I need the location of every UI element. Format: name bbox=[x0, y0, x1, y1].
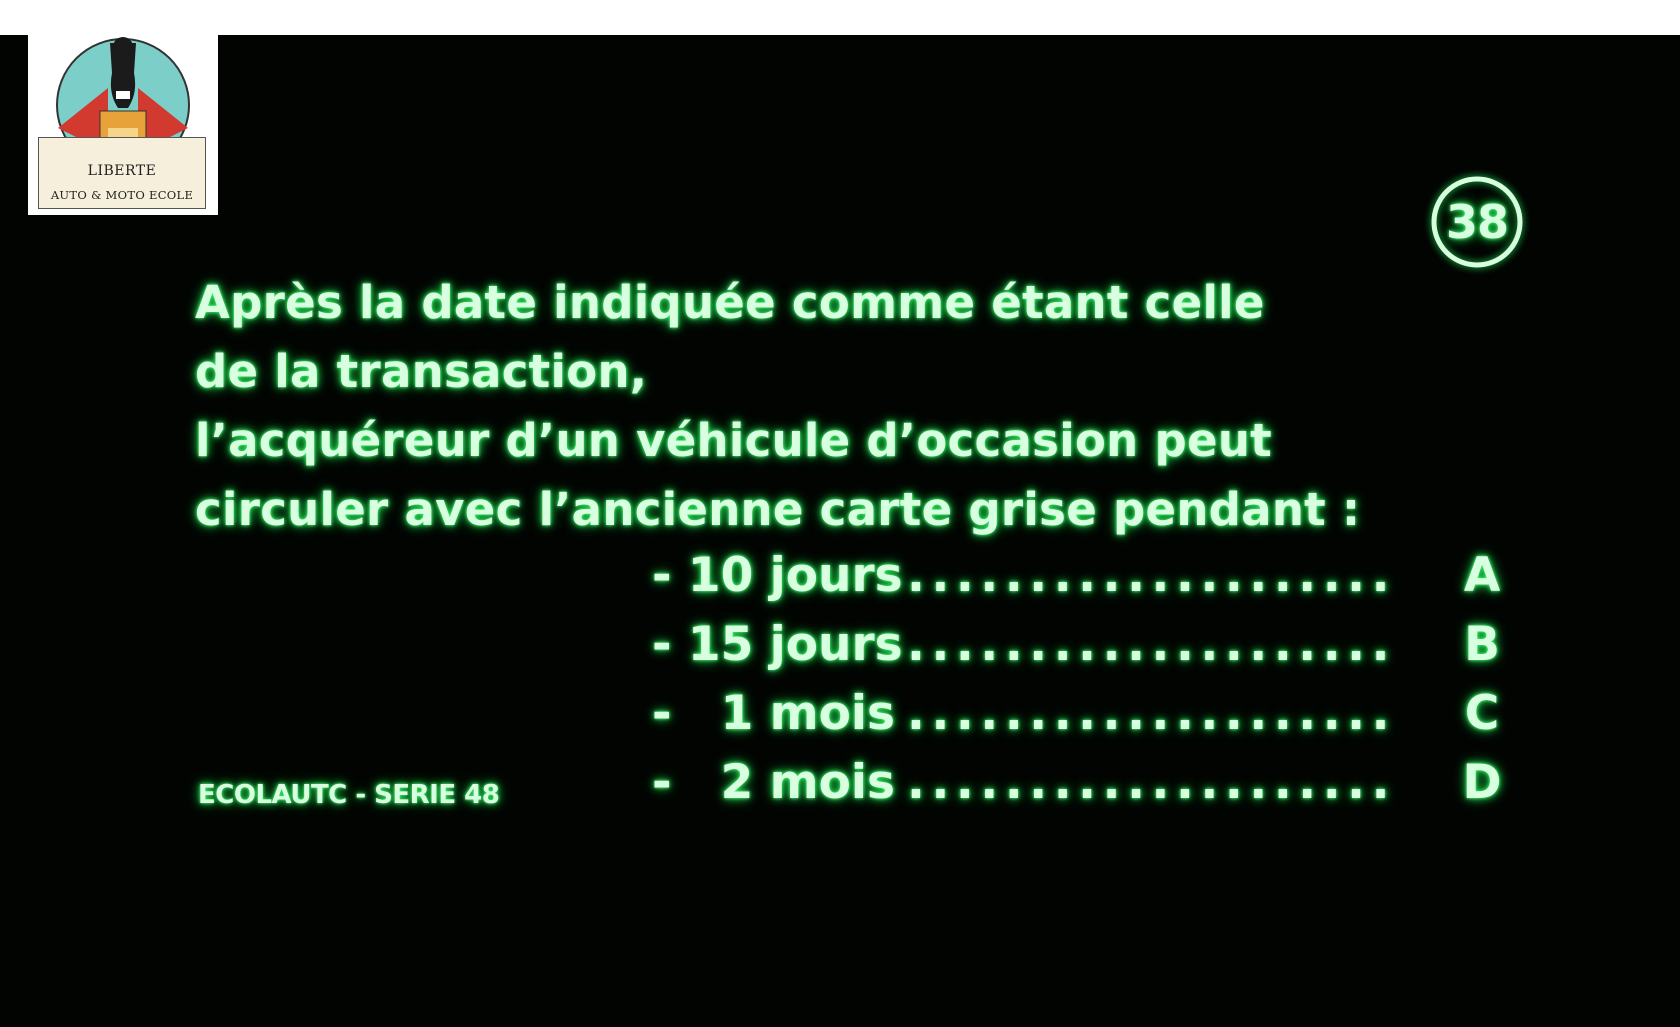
answer-label: - 10 jours bbox=[652, 548, 903, 603]
logo-nameplate: LIBERTE AUTO & MOTO ECOLE bbox=[38, 137, 206, 209]
answer-option-b: - 15 jours .................... B bbox=[652, 617, 1512, 687]
question-line: l’acquéreur d’un véhicule d’occasion peu… bbox=[195, 414, 1272, 467]
answer-leader-dots: .................... bbox=[907, 686, 1397, 741]
driving-school-logo: LIBERTE AUTO & MOTO ECOLE bbox=[28, 33, 218, 215]
question-number-badge: 38 bbox=[1430, 175, 1524, 269]
answer-letter: D bbox=[1462, 755, 1502, 810]
answer-leader-dots: .................... bbox=[907, 617, 1397, 672]
answer-letter: B bbox=[1464, 617, 1500, 672]
answer-label: - 15 jours bbox=[652, 617, 903, 672]
answer-leader-dots: .................... bbox=[907, 548, 1397, 603]
question-line: de la transaction, bbox=[195, 345, 648, 398]
answer-label: - 1 mois bbox=[652, 686, 896, 741]
answer-option-d: - 2 mois .................... D bbox=[652, 755, 1512, 825]
question-number: 38 bbox=[1445, 195, 1509, 249]
answer-option-c: - 1 mois .................... C bbox=[652, 686, 1512, 756]
answer-label: - 2 mois bbox=[652, 755, 896, 810]
question-text: Après la date indiquée comme étant celle… bbox=[195, 268, 1360, 544]
question-line: circuler avec l’ancienne carte grise pen… bbox=[195, 483, 1361, 536]
question-line: Après la date indiquée comme étant celle bbox=[195, 276, 1265, 329]
answer-letter: A bbox=[1463, 548, 1501, 603]
logo-subtitle: AUTO & MOTO ECOLE bbox=[50, 188, 194, 202]
answer-letter: C bbox=[1464, 686, 1500, 741]
answer-leader-dots: .................... bbox=[907, 755, 1397, 810]
series-label: ECOLAUTC - SERIE 48 bbox=[198, 780, 500, 810]
answer-option-a: - 10 jours .................... A bbox=[652, 548, 1512, 618]
logo-title: LIBERTE bbox=[87, 163, 157, 179]
